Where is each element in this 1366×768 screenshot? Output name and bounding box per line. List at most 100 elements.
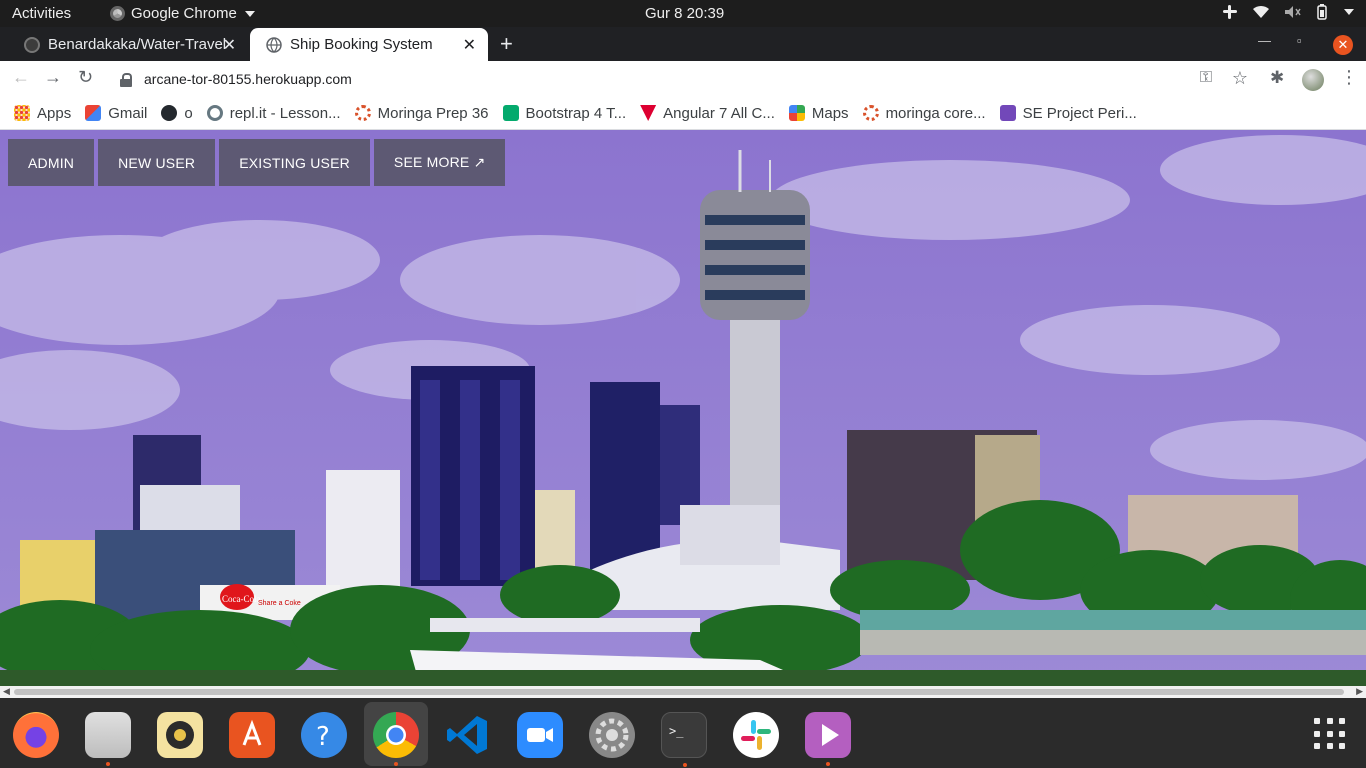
rhythmbox-icon[interactable]: [157, 712, 203, 758]
running-indicator: [106, 762, 110, 766]
close-icon[interactable]: ✕: [223, 35, 236, 55]
clock[interactable]: Gur 8 20:39: [645, 5, 724, 22]
url-text[interactable]: arcane-tor-80155.herokuapp.com: [144, 71, 352, 87]
see-more-button[interactable]: SEE MORE ↗: [373, 139, 506, 186]
battery-icon: [1317, 4, 1327, 20]
minimize-icon[interactable]: —: [1258, 33, 1271, 48]
zoom-icon[interactable]: [517, 712, 563, 758]
bookmark-maps[interactable]: Maps: [788, 104, 849, 122]
tab-water-travel[interactable]: Benardakaka/Water-Travel ✕: [8, 28, 248, 61]
bookmark-label: repl.it - Lesson...: [229, 104, 341, 122]
gmail-icon: [85, 105, 102, 121]
app-menu[interactable]: Google Chrome: [110, 5, 255, 22]
replit-icon: [206, 105, 223, 121]
dar-es-salaam-skyline-hero-image: Coca-Cola Share a Coke: [0, 130, 1366, 686]
app-menu-label: Google Chrome: [131, 5, 237, 22]
ubuntu-dock: ? >_: [0, 698, 1366, 768]
billboard-brand: Coca-Cola: [222, 594, 261, 604]
play-icon: [822, 724, 839, 746]
moringa-icon: [862, 105, 879, 121]
show-applications-grid-icon[interactable]: [1314, 718, 1346, 750]
volume-icon: [1285, 6, 1301, 18]
bookmarks-bar: Apps Gmail o repl.it - Lesson... Moringa…: [0, 97, 1366, 130]
existing-user-button[interactable]: EXISTING USER: [219, 139, 370, 186]
camera-icon: [527, 728, 553, 742]
new-user-button[interactable]: NEW USER: [98, 139, 216, 186]
settings-icon[interactable]: [589, 712, 635, 758]
scroll-left-arrow-icon[interactable]: ◀: [3, 686, 10, 697]
chrome-icon[interactable]: [373, 712, 419, 766]
chrome-center-icon: [386, 725, 406, 745]
admin-button[interactable]: ADMIN: [8, 139, 95, 186]
help-icon[interactable]: ?: [301, 712, 347, 758]
video-player-icon[interactable]: [805, 712, 851, 766]
bookmark-label: Apps: [37, 104, 72, 122]
speaker-icon: [166, 721, 194, 749]
tab-strip: Benardakaka/Water-Travel ✕ Ship Booking …: [0, 27, 1366, 61]
scrollbar-thumb[interactable]: [14, 689, 1344, 695]
bookmark-bootstrap[interactable]: Bootstrap 4 T...: [502, 104, 627, 122]
maps-icon: [788, 105, 805, 121]
bookmark-moringa-core[interactable]: moringa core...: [862, 104, 986, 122]
bookmark-replit[interactable]: repl.it - Lesson...: [206, 104, 341, 122]
site-nav: ADMIN NEW USER EXISTING USER SEE MORE ↗: [8, 139, 506, 186]
running-indicator: [826, 762, 830, 766]
vscode-icon[interactable]: [445, 712, 491, 758]
key-icon[interactable]: ⚿: [1200, 69, 1212, 87]
bookmark-moringa-prep[interactable]: Moringa Prep 36: [354, 104, 489, 122]
lock-icon[interactable]: [120, 72, 132, 87]
bookmark-se-project[interactable]: SE Project Peri...: [999, 104, 1137, 122]
horizontal-scrollbar[interactable]: ◀ ▶: [0, 686, 1366, 698]
page-viewport: Coca-Cola Share a Coke ADMIN NEW USER EX…: [0, 130, 1366, 686]
running-indicator: [394, 762, 398, 766]
firefox-icon[interactable]: [13, 712, 59, 758]
extensions-puzzle-icon[interactable]: ✱: [1270, 68, 1284, 88]
vscode-logo-icon: [447, 716, 487, 754]
svg-text:>_: >_: [669, 724, 684, 738]
system-top-bar: Activities Google Chrome Gur 8 20:39: [0, 0, 1366, 27]
star-bookmark-icon[interactable]: ☆: [1232, 68, 1248, 89]
slack-hash-icon: [741, 720, 771, 750]
close-icon[interactable]: ✕: [463, 35, 476, 55]
chevron-down-icon: [244, 10, 255, 17]
running-indicator: [683, 763, 687, 767]
angular-icon: [640, 105, 657, 121]
bookmark-label: Maps: [811, 104, 849, 122]
svg-text:?: ?: [316, 722, 330, 752]
bookmark-label: Moringa Prep 36: [377, 104, 489, 122]
tab-ship-booking[interactable]: Ship Booking System ✕: [250, 28, 488, 61]
bookmark-label: moringa core...: [885, 104, 986, 122]
files-icon[interactable]: [85, 712, 131, 766]
question-mark-icon: ?: [316, 722, 330, 752]
apps-grid-icon: [14, 105, 30, 121]
wifi-icon: [1253, 5, 1269, 18]
bookmark-label: Angular 7 All C...: [663, 104, 775, 122]
menu-kebab-icon[interactable]: ⋮: [1340, 67, 1358, 88]
bookmark-gmail[interactable]: Gmail: [85, 105, 147, 122]
window-close-icon[interactable]: ✕: [1333, 35, 1353, 55]
maximize-icon[interactable]: ▫: [1297, 33, 1302, 48]
reload-icon[interactable]: ↻: [78, 67, 93, 88]
bookmark-github[interactable]: o: [161, 105, 193, 122]
back-arrow-icon[interactable]: ←: [12, 67, 30, 88]
gear-icon: [595, 718, 629, 752]
forms-icon: [999, 105, 1016, 121]
ubuntu-software-icon[interactable]: [229, 712, 275, 758]
bookmark-label: SE Project Peri...: [1022, 104, 1137, 122]
terminal-icon[interactable]: >_: [661, 712, 707, 767]
bookmark-angular[interactable]: Angular 7 All C...: [640, 105, 775, 122]
billboard-tagline: Share a Coke: [258, 600, 301, 607]
chrome-small-icon: [110, 6, 125, 21]
forward-arrow-icon[interactable]: →: [44, 67, 62, 88]
activities-button[interactable]: Activities: [12, 5, 71, 22]
profile-avatar[interactable]: [1302, 69, 1324, 91]
slack-tray-icon: [1223, 5, 1237, 19]
github-icon: [161, 105, 178, 121]
bookmark-label: Bootstrap 4 T...: [525, 104, 627, 122]
system-tray[interactable]: [1222, 4, 1354, 20]
bookmark-apps[interactable]: Apps: [14, 105, 71, 122]
new-tab-plus-icon[interactable]: +: [500, 31, 513, 57]
address-bar[interactable]: arcane-tor-80155.herokuapp.com ⚿ ☆: [106, 64, 1262, 94]
scroll-right-arrow-icon[interactable]: ▶: [1356, 686, 1363, 697]
slack-icon[interactable]: [733, 712, 779, 758]
